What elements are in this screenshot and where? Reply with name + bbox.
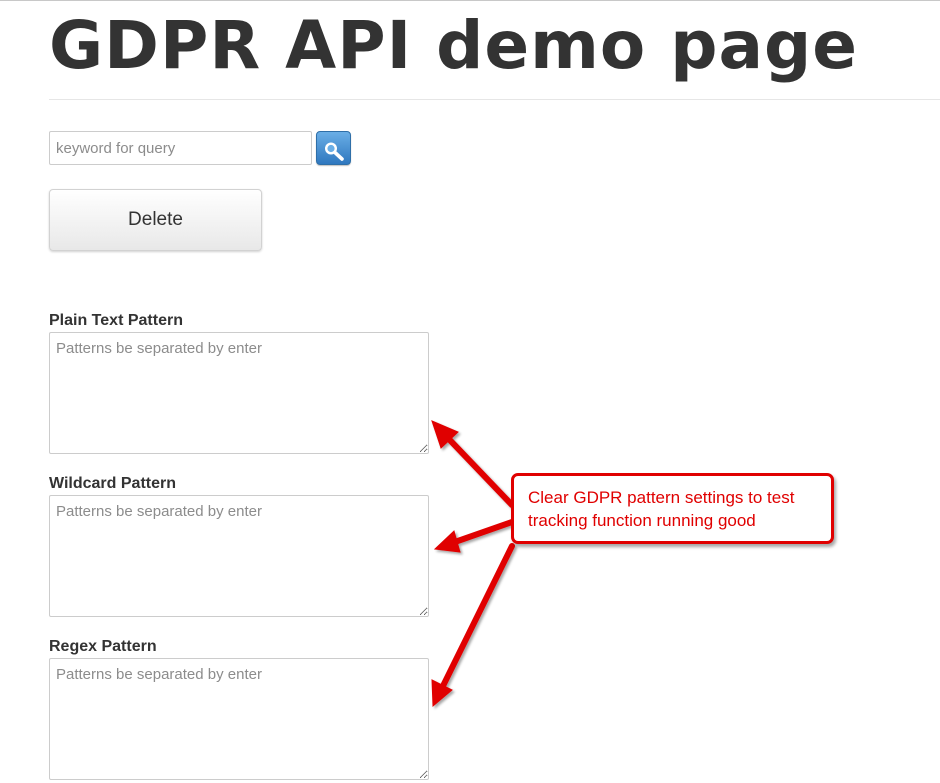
plain-text-pattern-label: Plain Text Pattern [49, 312, 183, 329]
search-button[interactable] [316, 131, 351, 165]
page-title: GDPR API demo page [49, 7, 859, 84]
wildcard-pattern-label: Wildcard Pattern [49, 475, 176, 492]
page: GDPR API demo page Delete Plain Text Pat… [0, 0, 940, 783]
search-input[interactable] [49, 131, 312, 165]
arrow-to-wildcard-icon [433, 519, 515, 553]
wildcard-pattern-textarea[interactable] [49, 495, 429, 617]
delete-button[interactable]: Delete [49, 189, 262, 251]
search-icon [324, 142, 344, 161]
top-border [0, 0, 940, 1]
title-divider [49, 99, 940, 100]
plain-text-pattern-textarea[interactable] [49, 332, 429, 454]
arrow-to-regex-icon [431, 543, 515, 708]
annotation-callout: Clear GDPR pattern settings to test trac… [511, 473, 834, 544]
arrow-to-plain-text-icon [431, 420, 515, 508]
regex-pattern-textarea[interactable] [49, 658, 429, 780]
regex-pattern-label: Regex Pattern [49, 638, 157, 655]
